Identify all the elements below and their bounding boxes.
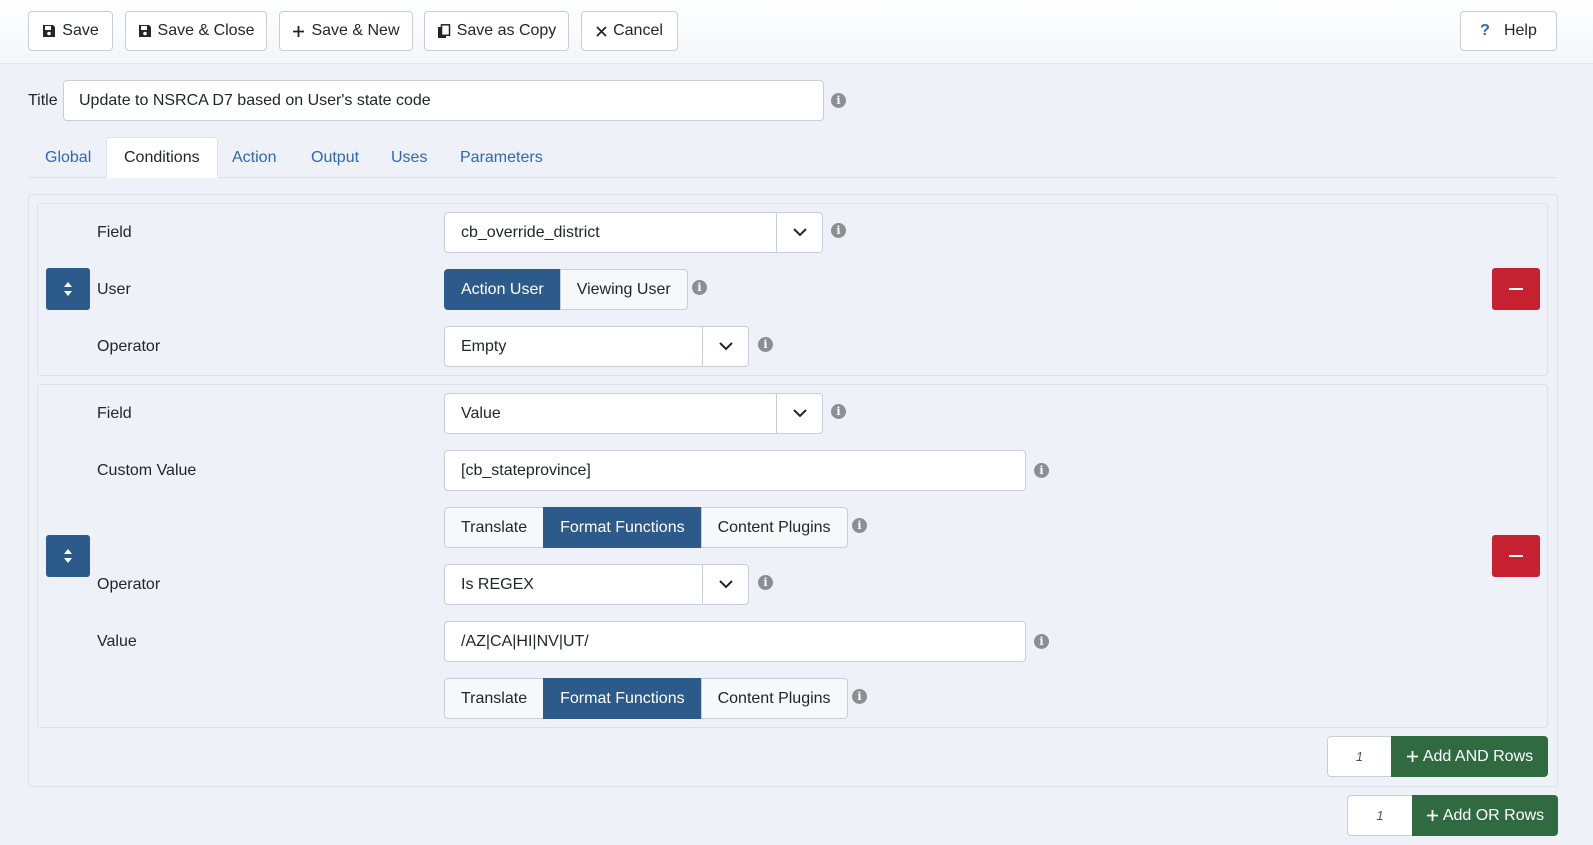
operator-select[interactable]: Is REGEX [444, 564, 749, 605]
custom-value-label: Custom Value [97, 462, 197, 479]
info-icon[interactable]: i [831, 404, 846, 419]
chevron-down-icon [776, 394, 822, 433]
and-rows-count-input[interactable]: 1 [1327, 736, 1392, 777]
content-plugins-option[interactable]: Content Plugins [700, 678, 848, 719]
field-label: Field [97, 405, 132, 422]
save-button[interactable]: Save [28, 11, 113, 51]
tab-output[interactable]: Output [294, 137, 376, 178]
tab-global[interactable]: Global [28, 137, 108, 178]
condition-row [37, 384, 1548, 728]
title-input[interactable]: Update to NSRCA D7 based on User's state… [63, 80, 824, 121]
drag-handle[interactable] [46, 268, 90, 310]
or-rows-count-input[interactable]: 1 [1347, 795, 1413, 836]
add-or-rows-button[interactable]: Add OR Rows [1412, 795, 1558, 836]
format-functions-option[interactable]: Format Functions [543, 507, 702, 548]
add-and-rows-button[interactable]: Add AND Rows [1391, 736, 1548, 777]
operator-label: Operator [97, 576, 161, 593]
minus-icon [1509, 288, 1523, 290]
save-and-close-label: Save & Close [157, 22, 255, 39]
info-icon[interactable]: i [758, 337, 773, 352]
sort-icon [64, 549, 72, 563]
tab-parameters[interactable]: Parameters [443, 137, 560, 178]
remove-condition-button[interactable] [1492, 268, 1540, 310]
field-select-value: Value [461, 405, 501, 422]
operator-select-value: Empty [461, 338, 507, 355]
operator-label: Operator [97, 338, 161, 355]
cancel-label: Cancel [613, 22, 663, 39]
info-icon[interactable]: i [852, 689, 867, 704]
plus-icon [1426, 810, 1438, 821]
tab-action[interactable]: Action [215, 137, 293, 178]
translate-option[interactable]: Translate [444, 507, 545, 548]
chevron-down-icon [702, 327, 748, 366]
info-icon[interactable]: i [1034, 634, 1049, 649]
info-icon[interactable]: i [831, 93, 846, 108]
floppy-disk-icon [43, 25, 56, 37]
add-or-rows-label: Add OR Rows [1442, 806, 1545, 824]
question-mark-icon: ? [1480, 22, 1490, 39]
user-toggle: Action User Viewing User [444, 269, 688, 310]
info-icon[interactable]: i [1034, 463, 1049, 478]
plus-icon [1406, 751, 1418, 762]
viewing-user-option[interactable]: Viewing User [559, 269, 688, 310]
save-as-copy-button[interactable]: Save as Copy [424, 11, 569, 51]
toolbar: Save Save & Close Save & New Save as Cop… [0, 0, 1593, 64]
info-icon[interactable]: i [852, 518, 867, 533]
field-select-value: cb_override_district [461, 224, 600, 241]
title-label: Title [28, 92, 58, 109]
help-label: Help [1503, 22, 1537, 39]
cancel-button[interactable]: Cancel [581, 11, 678, 51]
translate-option[interactable]: Translate [444, 678, 545, 719]
drag-handle[interactable] [46, 535, 90, 577]
chevron-down-icon [776, 213, 822, 252]
save-and-close-button[interactable]: Save & Close [125, 11, 267, 51]
save-label: Save [62, 22, 99, 39]
custom-value-options: Translate Format Functions Content Plugi… [444, 507, 848, 548]
chevron-down-icon [702, 565, 748, 604]
sort-icon [64, 282, 72, 296]
user-label: User [97, 281, 131, 298]
custom-value-input[interactable]: [cb_stateprovince] [444, 450, 1026, 491]
field-label: Field [97, 224, 132, 241]
save-as-copy-label: Save as Copy [456, 22, 557, 39]
value-input[interactable]: /AZ|CA|HI|NV|UT/ [444, 621, 1026, 662]
tab-uses[interactable]: Uses [374, 137, 444, 178]
add-and-rows-label: Add AND Rows [1422, 747, 1534, 765]
copy-icon [437, 23, 450, 38]
help-button[interactable]: ? Help [1460, 11, 1557, 51]
content-plugins-option[interactable]: Content Plugins [700, 507, 848, 548]
info-icon[interactable]: i [758, 575, 773, 590]
operator-select-value: Is REGEX [461, 576, 534, 593]
close-icon [596, 25, 607, 37]
info-icon[interactable]: i [831, 223, 846, 238]
value-options: Translate Format Functions Content Plugi… [444, 678, 848, 719]
field-select[interactable]: cb_override_district [444, 212, 823, 253]
remove-condition-button[interactable] [1492, 535, 1540, 577]
value-label: Value [97, 633, 137, 650]
field-select[interactable]: Value [444, 393, 823, 434]
minus-icon [1509, 555, 1523, 557]
info-icon[interactable]: i [692, 280, 707, 295]
format-functions-option[interactable]: Format Functions [543, 678, 702, 719]
tab-conditions[interactable]: Conditions [106, 137, 218, 178]
plus-icon [293, 25, 305, 37]
floppy-disk-icon [138, 25, 151, 37]
operator-select[interactable]: Empty [444, 326, 749, 367]
save-and-new-button[interactable]: Save & New [279, 11, 413, 51]
action-user-option[interactable]: Action User [444, 269, 561, 310]
save-and-new-label: Save & New [311, 22, 400, 39]
